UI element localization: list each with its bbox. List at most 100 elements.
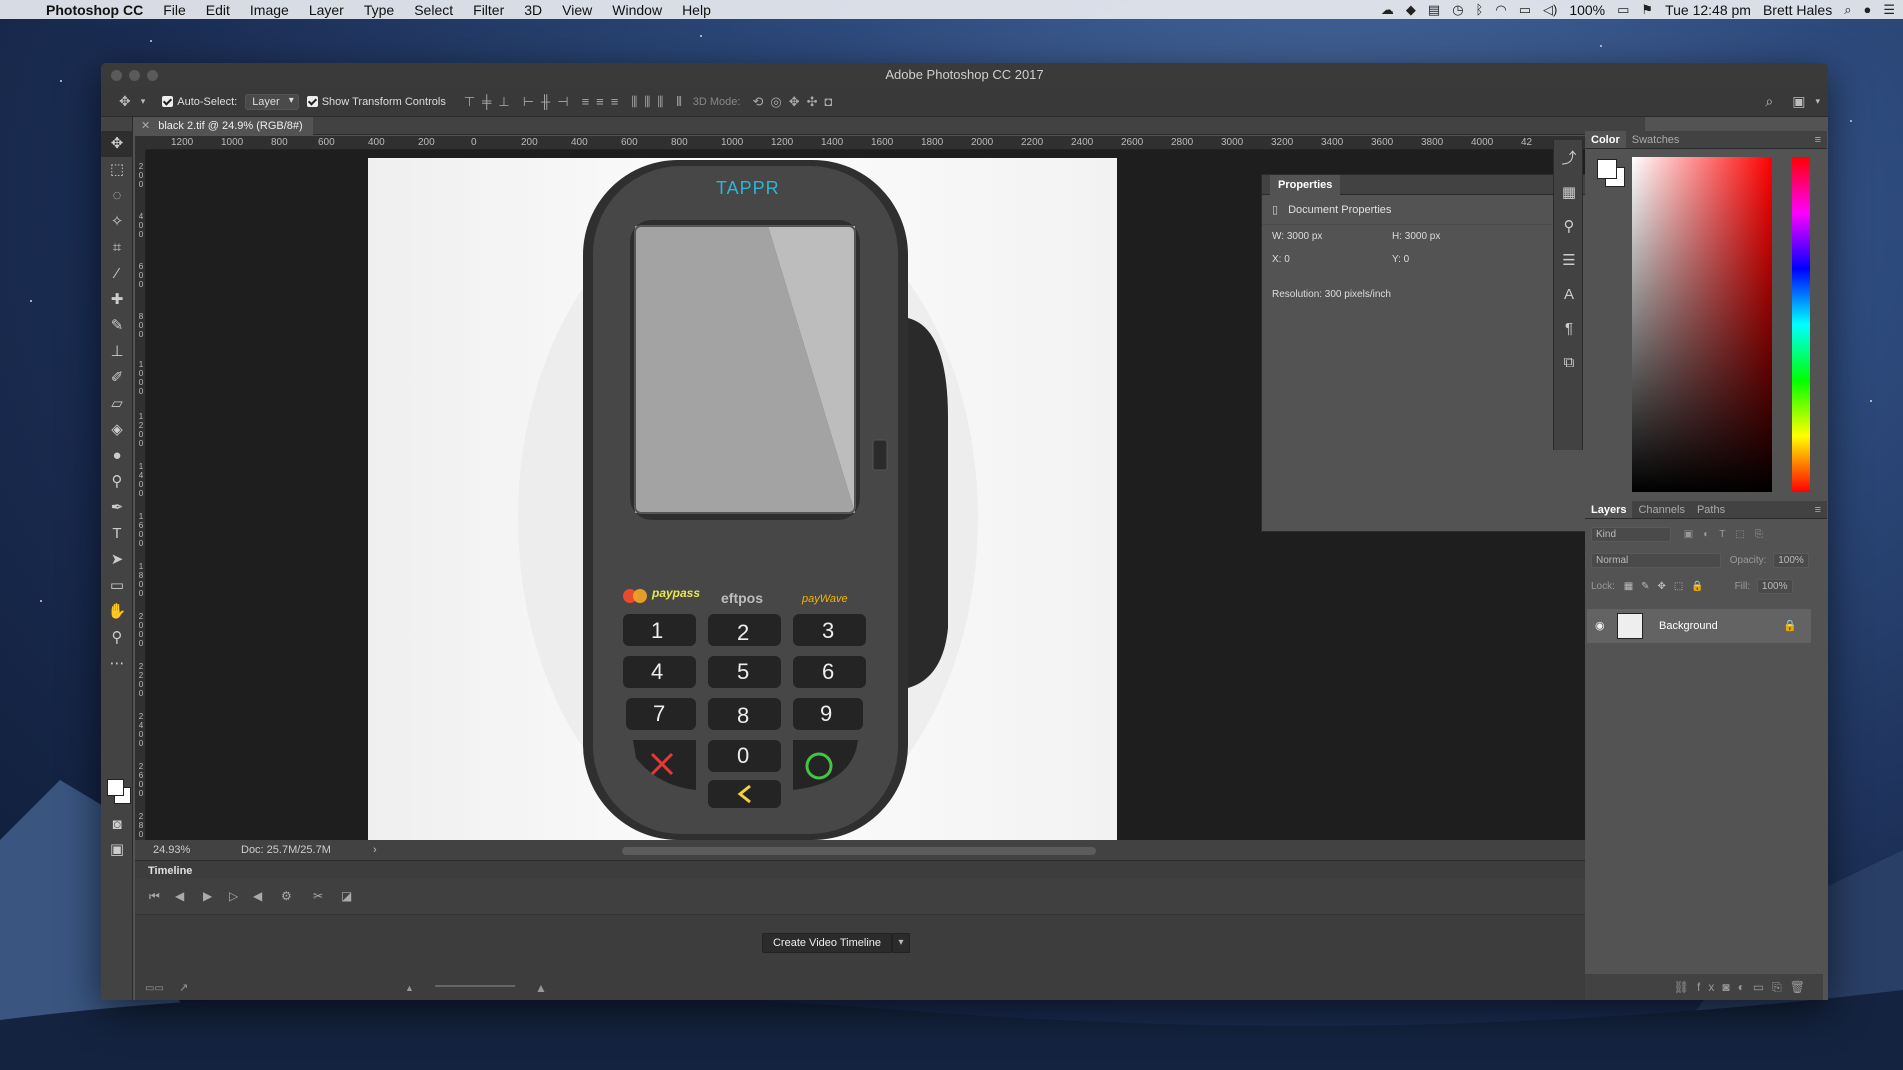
- creative-cloud-icon[interactable]: ☁: [1381, 2, 1394, 18]
- user-name[interactable]: Brett Hales: [1763, 2, 1832, 18]
- document-canvas[interactable]: TAPPR paypass eftpos payWave 1 2 3 4 5 6…: [368, 158, 1117, 848]
- notification-center-icon[interactable]: ☰: [1883, 2, 1895, 18]
- distribute-bottom-icon[interactable]: ≡: [611, 94, 619, 109]
- history-panel-icon[interactable]: ⤴: [1554, 144, 1584, 174]
- bluetooth-icon[interactable]: ᛒ: [1476, 2, 1484, 17]
- marquee-tool-icon[interactable]: ⬚: [101, 157, 133, 183]
- foreground-color-chip[interactable]: [1597, 159, 1617, 179]
- distribute-hcenter-icon[interactable]: ⫼: [644, 94, 650, 110]
- search-icon[interactable]: ⌕: [1765, 93, 1773, 110]
- path-selection-tool-icon[interactable]: ➤: [101, 547, 133, 573]
- zoom-level[interactable]: 24.93%: [153, 840, 190, 860]
- color-panel-menu-icon[interactable]: ≡: [1809, 131, 1827, 148]
- fill-input[interactable]: 100%: [1756, 579, 1793, 594]
- menu-select[interactable]: Select: [404, 2, 463, 18]
- layer-row-background[interactable]: ◉ Background 🔒: [1587, 609, 1811, 643]
- minimize-window-button[interactable]: [129, 70, 140, 81]
- close-tab-icon[interactable]: ✕: [141, 120, 150, 132]
- split-icon[interactable]: ✂: [313, 889, 323, 903]
- align-left-icon[interactable]: ⊢: [523, 94, 534, 110]
- eyedropper-tool-icon[interactable]: ⁄: [101, 261, 133, 287]
- status-chevron-icon[interactable]: ›: [373, 840, 377, 860]
- paint-bucket-tool-icon[interactable]: ◈: [101, 417, 133, 443]
- dropbox-icon[interactable]: ◆: [1406, 2, 1416, 18]
- type-tool-icon[interactable]: T: [101, 521, 133, 547]
- hue-slider[interactable]: [1792, 157, 1810, 492]
- notification-icon[interactable]: ▤: [1428, 2, 1440, 18]
- layer-filter-icons[interactable]: ▣◐T⬚⎘: [1684, 529, 1773, 540]
- crop-tool-icon[interactable]: ⌗: [101, 235, 133, 261]
- distribute-left-icon[interactable]: ⫼: [631, 94, 637, 110]
- align-right-icon[interactable]: ⊣: [557, 94, 568, 110]
- x-value[interactable]: X: 0: [1272, 254, 1392, 265]
- history-brush-tool-icon[interactable]: ✐: [101, 365, 133, 391]
- clock[interactable]: Tue 12:48 pm: [1665, 2, 1751, 18]
- play-icon[interactable]: ▶: [203, 889, 212, 903]
- layers-footer-icons[interactable]: ⛓fx◙◐▭⎘🗑: [1585, 974, 1823, 1000]
- 3d-pan-icon[interactable]: ✥: [789, 94, 800, 110]
- adjustments-panel-icon[interactable]: ⚲: [1554, 212, 1584, 242]
- timeline-zoom-slider[interactable]: [435, 985, 515, 987]
- previous-frame-icon[interactable]: ◀︎: [175, 889, 184, 903]
- document-tab[interactable]: ✕ black 2.tif @ 24.9% (RGB/8#): [135, 117, 313, 135]
- menu-edit[interactable]: Edit: [196, 2, 240, 18]
- brush-settings-icon[interactable]: ☰: [1554, 246, 1584, 276]
- move-tool-preset-icon[interactable]: ✥: [119, 93, 131, 110]
- distribute-top-icon[interactable]: ≡: [582, 94, 590, 109]
- properties-panel-icon[interactable]: ▦: [1554, 178, 1584, 208]
- align-bottom-icon[interactable]: ⊥: [498, 94, 509, 110]
- vertical-ruler[interactable]: 200 400 600 800 1000 1200 1400 1600 1800…: [135, 150, 146, 890]
- tab-color[interactable]: Color: [1585, 131, 1626, 148]
- auto-align-icon[interactable]: ⫴: [676, 94, 682, 110]
- battery-percent[interactable]: 100%: [1569, 2, 1605, 18]
- workspace-chevron-icon[interactable]: ▾: [1815, 96, 1820, 107]
- tab-swatches[interactable]: Swatches: [1626, 131, 1686, 148]
- rectangle-tool-icon[interactable]: ▭: [101, 573, 133, 599]
- create-video-timeline-button[interactable]: Create Video Timeline: [762, 933, 892, 953]
- layer-kind-filter[interactable]: Kind: [1591, 527, 1671, 542]
- properties-title[interactable]: Properties: [1270, 175, 1341, 195]
- align-top-icon[interactable]: ⊤: [464, 94, 475, 110]
- 3d-slide-icon[interactable]: ✣: [807, 94, 818, 110]
- doc-size[interactable]: Doc: 25.7M/25.7M: [241, 840, 331, 860]
- frame-rate-icon[interactable]: ▭▭: [145, 983, 164, 994]
- audio-icon[interactable]: ◀: [253, 889, 262, 903]
- menu-app-name[interactable]: Photoshop CC: [36, 2, 153, 18]
- chevron-down-icon[interactable]: ▾: [141, 96, 146, 107]
- menu-help[interactable]: Help: [672, 2, 721, 18]
- transition-icon[interactable]: ◪: [341, 889, 352, 903]
- auto-select-checkbox[interactable]: [162, 96, 177, 108]
- pen-tool-icon[interactable]: ✒: [101, 495, 133, 521]
- hand-tool-icon[interactable]: ✋: [101, 599, 133, 625]
- eye-icon[interactable]: ◉: [1595, 609, 1605, 643]
- blend-mode-select[interactable]: Normal: [1591, 553, 1721, 568]
- zoom-window-button[interactable]: [147, 70, 158, 81]
- healing-brush-tool-icon[interactable]: ✚: [101, 287, 133, 313]
- zoom-out-timeline-icon[interactable]: ▲: [405, 983, 414, 993]
- 3d-scale-icon[interactable]: ◘: [825, 94, 833, 109]
- zoom-tool-icon[interactable]: ⚲: [101, 625, 133, 651]
- transform-controls-checkbox[interactable]: [306, 96, 322, 108]
- color-field[interactable]: [1632, 157, 1772, 492]
- resolution-value[interactable]: Resolution: 300 pixels/inch: [1272, 289, 1391, 300]
- ruler-origin[interactable]: [135, 136, 146, 150]
- align-vcenter-icon[interactable]: ╪: [482, 94, 491, 109]
- eraser-tool-icon[interactable]: ▱: [101, 391, 133, 417]
- tab-paths[interactable]: Paths: [1691, 501, 1731, 518]
- siri-icon[interactable]: ●: [1863, 2, 1871, 17]
- battery-icon[interactable]: ▭: [1617, 2, 1629, 18]
- clone-stamp-tool-icon[interactable]: ⊥: [101, 339, 133, 365]
- go-to-first-frame-icon[interactable]: ⏮: [149, 889, 160, 904]
- paragraph-panel-icon[interactable]: ¶: [1554, 314, 1584, 344]
- y-value[interactable]: Y: 0: [1392, 254, 1512, 265]
- menu-window[interactable]: Window: [602, 2, 672, 18]
- menu-type[interactable]: Type: [354, 2, 404, 18]
- 3d-orbit-icon[interactable]: ⟲: [752, 94, 763, 110]
- screen-mode-icon[interactable]: ▣: [101, 837, 133, 863]
- settings-icon[interactable]: ⚙: [281, 889, 292, 903]
- libraries-panel-icon[interactable]: ⧉: [1554, 348, 1584, 378]
- timeline-dropdown-icon[interactable]: ▾: [892, 933, 910, 953]
- height-value[interactable]: H: 3000 px: [1392, 231, 1512, 242]
- foreground-color-swatch[interactable]: [107, 779, 124, 796]
- dodge-tool-icon[interactable]: ⚲: [101, 469, 133, 495]
